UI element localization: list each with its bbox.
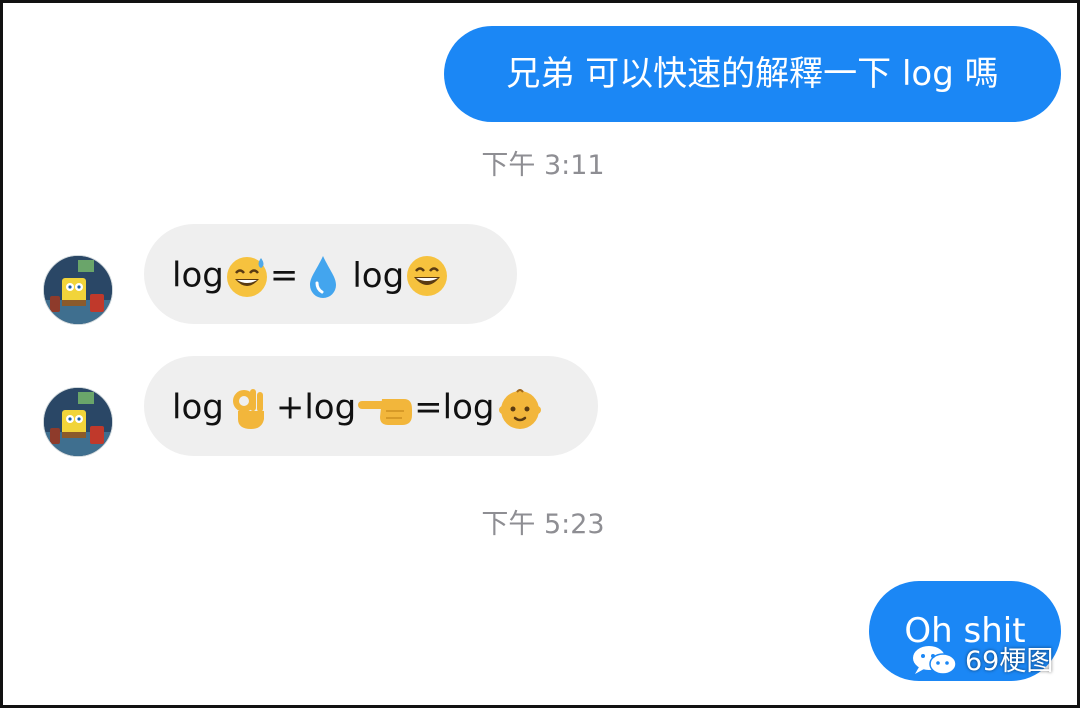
watermark-label: 69梗图: [965, 646, 1054, 677]
message-text: =: [269, 255, 299, 296]
wechat-icon: [909, 643, 959, 681]
incoming-message-bubble[interactable]: log = log: [144, 224, 517, 324]
spongebob-avatar-icon: [44, 256, 112, 324]
contact-avatar[interactable]: [43, 387, 113, 457]
contact-avatar[interactable]: [43, 255, 113, 325]
outgoing-message-bubble[interactable]: 兄弟 可以快速的解釋一下 log 嗎: [444, 26, 1061, 122]
message-text: log: [172, 387, 224, 428]
incoming-message-bubble[interactable]: log +log =log: [144, 356, 598, 456]
message-text: 兄弟 可以快速的解釋一下 log 嗎: [506, 54, 999, 94]
spongebob-avatar-icon: [44, 388, 112, 456]
grinning-face-emoji: [404, 253, 450, 299]
timestamp: 下午 5:23: [481, 509, 605, 540]
baby-emoji: [495, 384, 545, 432]
ok-hand-emoji: [230, 385, 270, 431]
message-text: +log: [275, 387, 357, 428]
chat-window: 兄弟 可以快速的解釋一下 log 嗎 下午 3:11 log = log log…: [0, 0, 1080, 708]
timestamp: 下午 3:11: [481, 150, 605, 181]
watermark: 69梗图: [909, 645, 1053, 679]
pointing-left-emoji: [356, 385, 414, 431]
message-text: log: [172, 255, 224, 296]
message-text: log: [352, 255, 405, 296]
grinning-sweat-emoji: [224, 253, 270, 299]
message-text: =log: [414, 387, 495, 428]
droplet-emoji: [306, 253, 340, 299]
